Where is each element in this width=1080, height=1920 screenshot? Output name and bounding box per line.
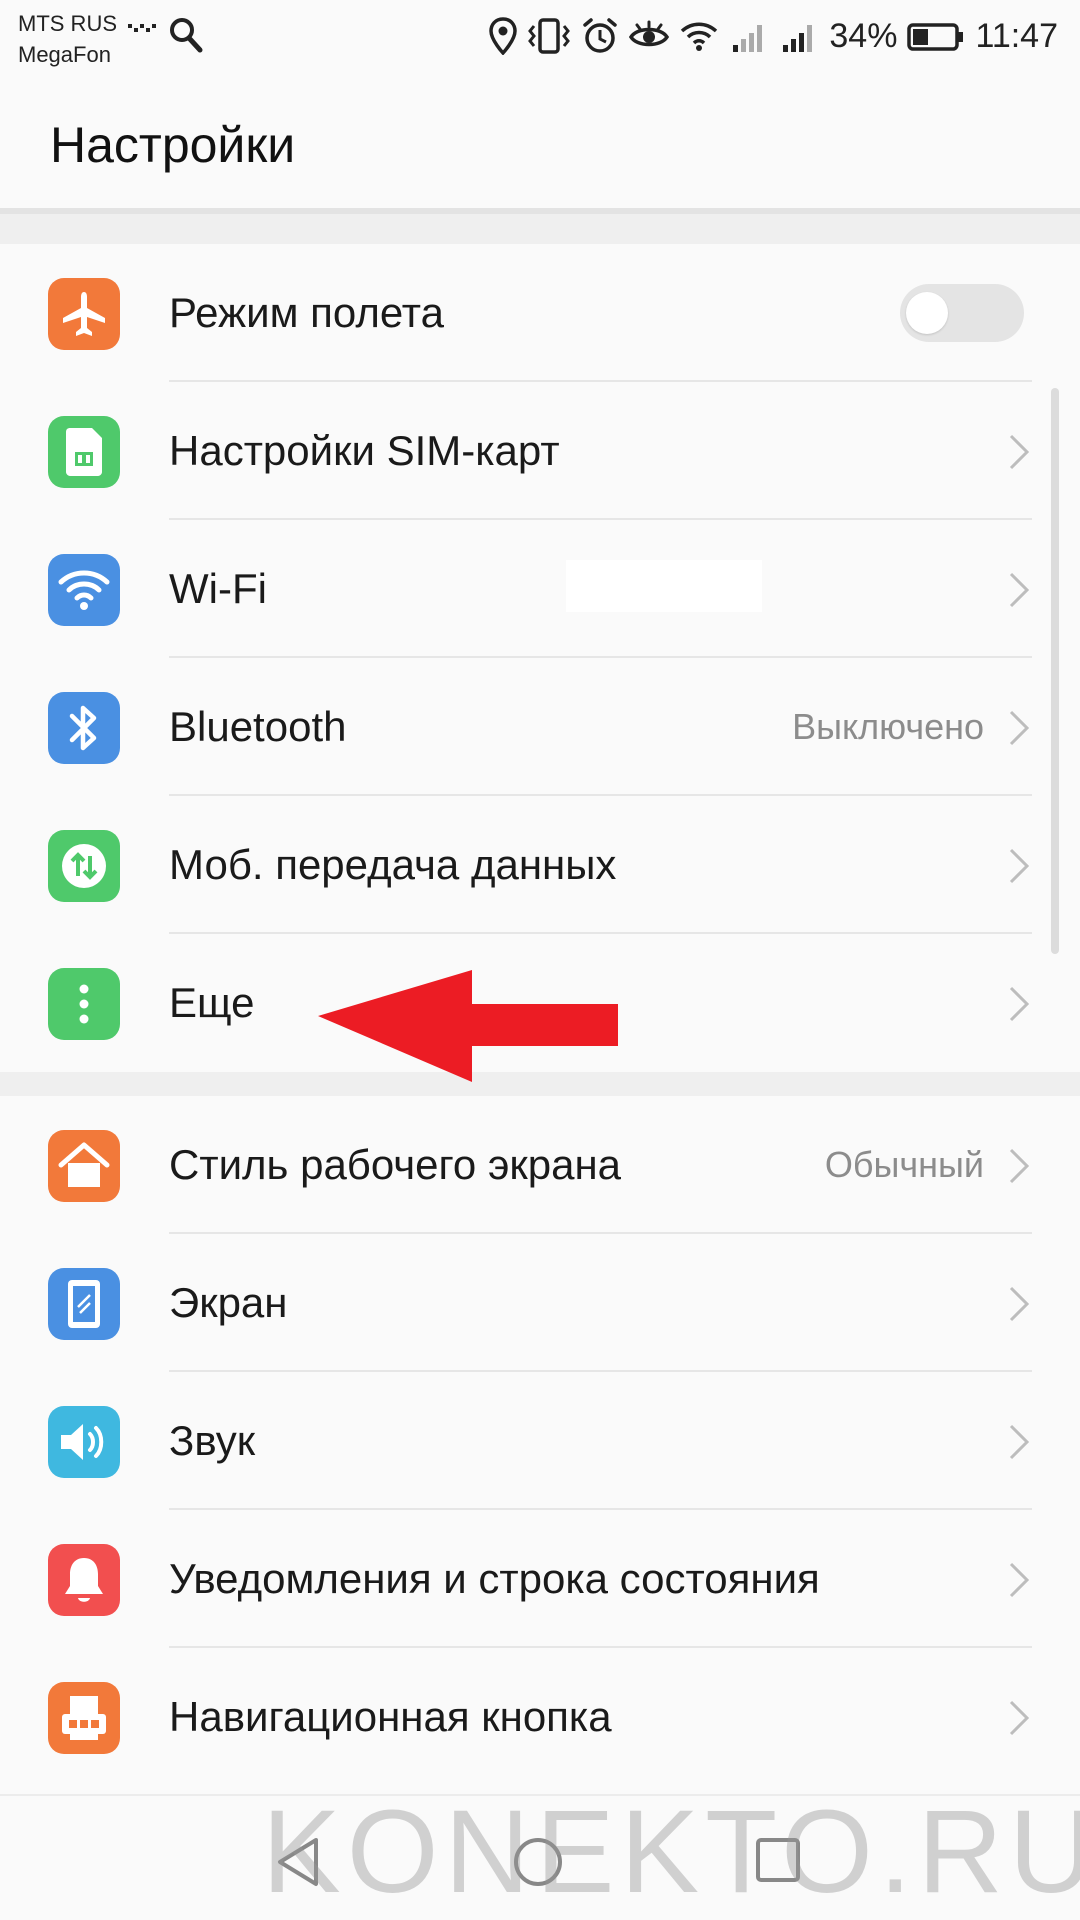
chevron-right-icon	[1009, 848, 1030, 884]
signal-dots-icon	[128, 24, 156, 32]
settings-item-value: Выключено	[792, 706, 984, 747]
clock: 11:47	[975, 16, 1058, 55]
eye-comfort-icon	[629, 20, 670, 47]
toggle-knob	[906, 292, 948, 334]
settings-item-label: Режим полета	[169, 289, 444, 336]
wifi-status-icon	[681, 22, 718, 51]
display-icon	[48, 1268, 120, 1340]
settings-item-label: Уведомления и строка состояния	[169, 1555, 820, 1602]
carrier-info: MTS RUS MegaFon	[18, 8, 117, 70]
battery-percent: 34%	[829, 16, 898, 55]
airplane-icon	[48, 278, 120, 350]
alarm-icon	[583, 18, 618, 53]
bluetooth-icon	[48, 692, 120, 764]
airplane-mode-toggle[interactable]	[900, 284, 1024, 342]
nav-key-icon	[48, 1682, 120, 1754]
chevron-right-icon	[1009, 572, 1030, 608]
chevron-right-icon	[1009, 1286, 1030, 1322]
battery-icon	[907, 23, 964, 51]
vibrate-icon	[528, 18, 571, 54]
settings-item-home-style[interactable]: Стиль рабочего экрана Обычный	[0, 1096, 1080, 1234]
settings-item-mobile-data[interactable]: Моб. передача данных	[0, 796, 1080, 934]
settings-item-sim-cards[interactable]: Настройки SIM-карт	[0, 382, 1080, 520]
chevron-right-icon	[1009, 710, 1030, 746]
chevron-right-icon	[1009, 1148, 1030, 1184]
settings-item-nav-key[interactable]: Навигационная кнопка	[0, 1648, 1080, 1786]
redacted-wifi-name	[566, 560, 762, 612]
carrier-1: MTS RUS	[18, 11, 117, 36]
annotation-arrow	[318, 970, 618, 1082]
more-icon	[48, 968, 120, 1040]
settings-item-label: Настройки SIM-карт	[169, 427, 560, 474]
settings-screen: MTS RUS MegaFon 34% 11:47 Настройки Режи…	[0, 0, 1080, 1920]
page-title: Настройки	[50, 117, 296, 173]
settings-item-sound[interactable]: Звук	[0, 1372, 1080, 1510]
sound-icon	[48, 1406, 120, 1478]
settings-group-display: Стиль рабочего экрана Обычный Экран Звук…	[0, 1096, 1080, 1786]
settings-item-bluetooth[interactable]: Bluetooth Выключено	[0, 658, 1080, 796]
settings-item-wifi[interactable]: Wi-Fi	[0, 520, 1080, 658]
mobile-data-icon	[48, 830, 120, 902]
signal-sim2-icon	[783, 25, 813, 52]
settings-item-label: Стиль рабочего экрана	[169, 1141, 622, 1188]
search-icon	[170, 18, 203, 53]
carrier-2: MegaFon	[18, 42, 111, 67]
chevron-right-icon	[1009, 1562, 1030, 1598]
location-icon	[489, 17, 518, 55]
sim-card-icon	[48, 416, 120, 488]
watermark: KONEKTO.RU	[262, 1786, 1080, 1918]
signal-sim1-icon	[733, 25, 763, 52]
settings-item-label: Моб. передача данных	[169, 841, 617, 888]
settings-item-value: Обычный	[824, 1144, 984, 1185]
chevron-right-icon	[1009, 434, 1030, 470]
settings-item-label: Навигационная кнопка	[169, 1693, 612, 1740]
home-icon	[48, 1130, 120, 1202]
settings-group-connectivity: Режим полета Настройки SIM-карт Wi-Fi Bl…	[0, 244, 1080, 1072]
settings-item-label: Wi-Fi	[169, 565, 267, 612]
settings-item-display[interactable]: Экран	[0, 1234, 1080, 1372]
settings-item-label: Экран	[169, 1279, 288, 1326]
section-gap	[0, 214, 1080, 244]
settings-item-label: Bluetooth	[169, 703, 347, 750]
scrollbar[interactable]	[1051, 388, 1059, 954]
status-bar: MTS RUS MegaFon 34% 11:47	[0, 0, 1080, 76]
chevron-right-icon	[1009, 1700, 1030, 1736]
wifi-icon	[48, 554, 120, 626]
settings-item-label: Звук	[169, 1417, 256, 1464]
settings-item-label: Еще	[169, 979, 255, 1026]
settings-item-airplane-mode[interactable]: Режим полета	[0, 244, 1080, 382]
settings-item-notifications[interactable]: Уведомления и строка состояния	[0, 1510, 1080, 1648]
chevron-right-icon	[1009, 1424, 1030, 1460]
bell-icon	[48, 1544, 120, 1616]
status-icons: 34% 11:47	[489, 12, 1058, 60]
chevron-right-icon	[1009, 986, 1030, 1022]
